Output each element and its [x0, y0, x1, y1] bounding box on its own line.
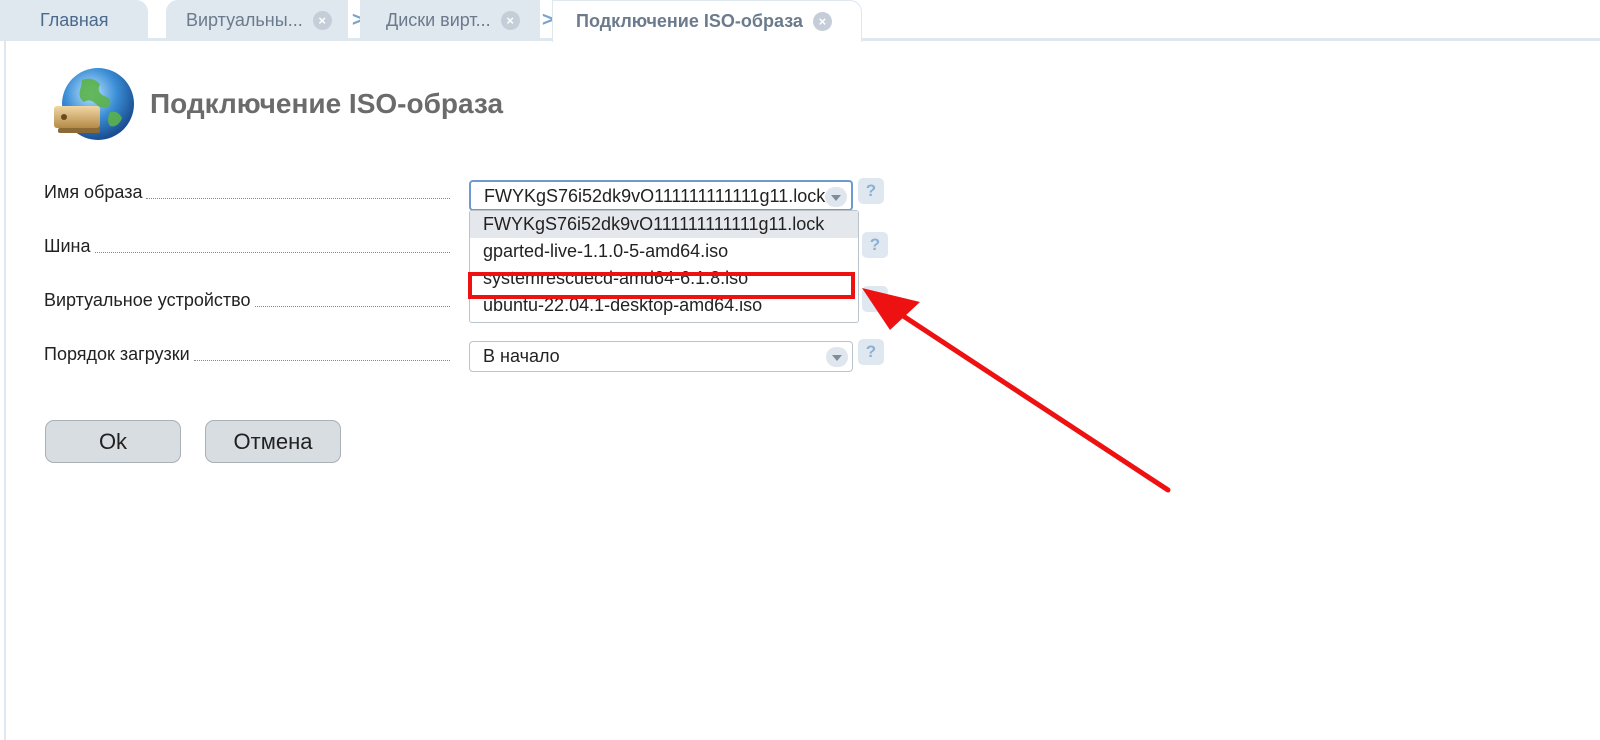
- tab-virtual-machines-label: Виртуальны...: [186, 9, 303, 30]
- tab-virtual-disks-label: Диски вирт...: [386, 9, 491, 30]
- boot-order-select[interactable]: В начало: [469, 341, 853, 372]
- chevron-down-icon[interactable]: [825, 187, 847, 207]
- bus-label-row: Шина: [44, 235, 450, 257]
- help-icon[interactable]: ?: [862, 232, 888, 258]
- close-icon[interactable]: ×: [812, 12, 832, 31]
- label-leader: [94, 252, 450, 253]
- help-icon[interactable]: ?: [858, 339, 884, 365]
- boot-order-value: В начало: [483, 346, 560, 366]
- close-icon[interactable]: ×: [500, 10, 520, 30]
- label-leader: [146, 198, 450, 199]
- dropdown-option[interactable]: FWYKgS76i52dk9vO111111111111g11.lock: [470, 211, 858, 238]
- help-icon[interactable]: ?: [858, 178, 884, 204]
- page-title: Подключение ISO-образа: [150, 88, 504, 119]
- chevron-down-icon[interactable]: [826, 347, 848, 367]
- tab-iso-connect-label: Подключение ISO-образа: [576, 11, 803, 31]
- image-name-label: Имя образа: [44, 182, 147, 203]
- annotation-highlight-box: [468, 272, 855, 299]
- tab-iso-connect[interactable]: Подключение ISO-образа ×: [552, 0, 862, 42]
- ok-button[interactable]: Ok: [45, 420, 181, 463]
- label-leader: [254, 306, 450, 307]
- image-name-select[interactable]: FWYKgS76i52dk9vO111111111111g11.lock: [469, 180, 853, 211]
- virtual-device-label-row: Виртуальное устройство: [44, 289, 450, 311]
- tab-virtual-disks[interactable]: Диски вирт... ×: [360, 0, 540, 40]
- bus-label: Шина: [44, 236, 95, 257]
- image-name-value: FWYKgS76i52dk9vO111111111111g11.lock: [484, 186, 826, 206]
- boot-order-label: Порядок загрузки: [44, 344, 194, 365]
- tab-home-label: Главная: [40, 9, 109, 30]
- label-leader: [193, 360, 450, 361]
- boot-order-label-row: Порядок загрузки: [44, 343, 450, 365]
- image-name-label-row: Имя образа: [44, 181, 450, 203]
- cancel-button[interactable]: Отмена: [205, 420, 341, 463]
- tab-home[interactable]: Главная: [0, 0, 148, 40]
- image-name-dropdown[interactable]: FWYKgS76i52dk9vO111111111111g11.lock gpa…: [469, 210, 859, 323]
- content-border: [4, 40, 6, 740]
- close-icon[interactable]: ×: [312, 10, 332, 30]
- globe-drive-icon: [54, 68, 134, 140]
- tab-virtual-machines[interactable]: Виртуальны... ×: [166, 0, 348, 40]
- virtual-device-label: Виртуальное устройство: [44, 290, 255, 311]
- dropdown-option[interactable]: gparted-live-1.1.0-5-amd64.iso: [470, 238, 858, 265]
- help-icon[interactable]: ?: [862, 286, 888, 312]
